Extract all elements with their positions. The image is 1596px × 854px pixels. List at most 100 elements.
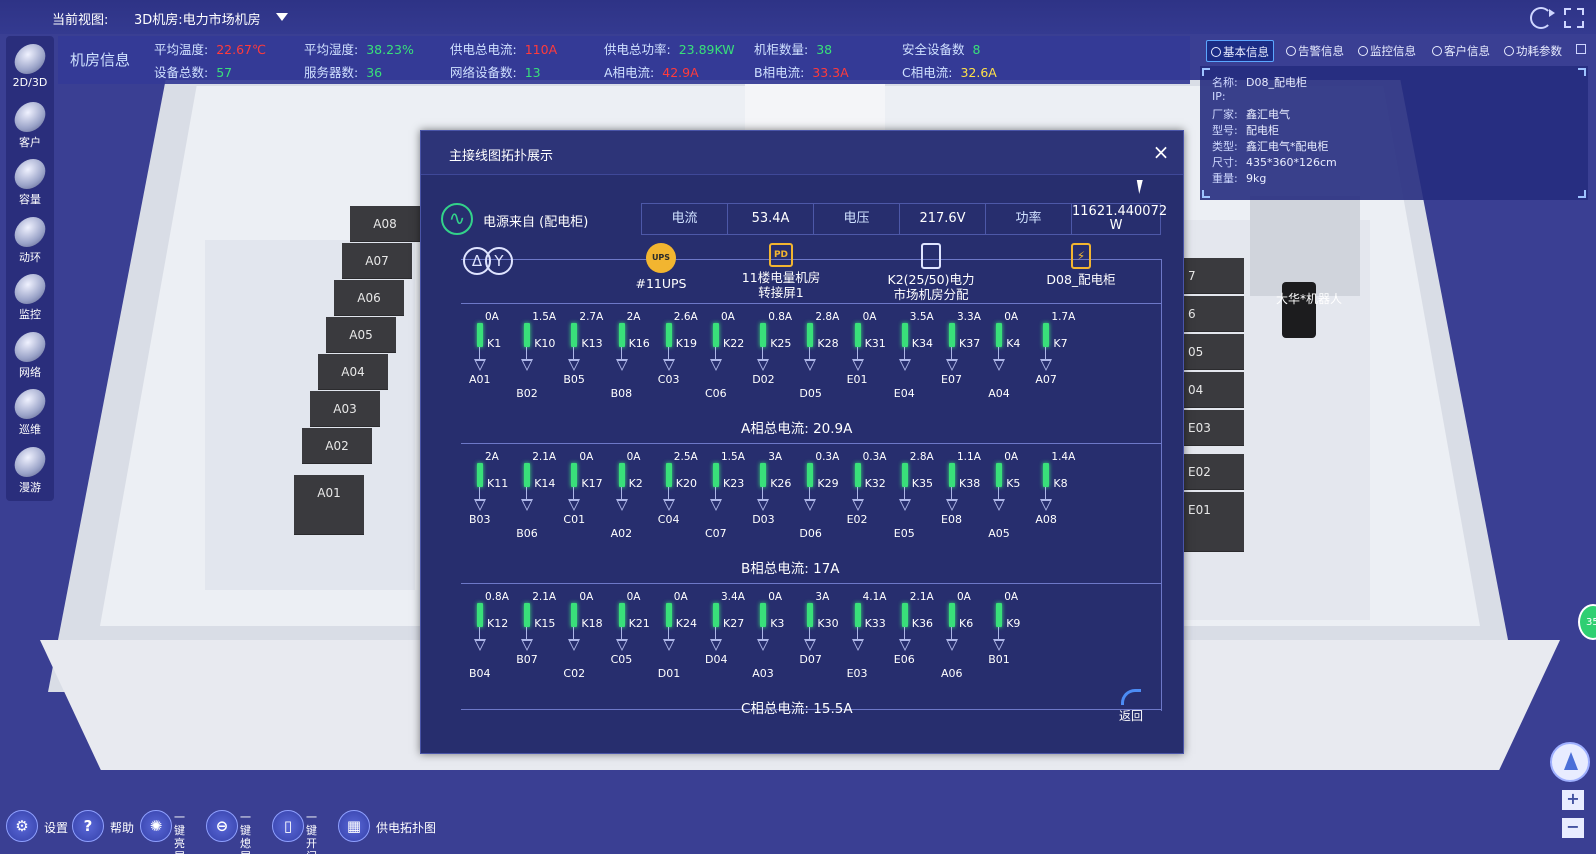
branch-circuit[interactable]: 1.7A K7 A07 <box>1035 311 1081 411</box>
branch-circuit[interactable]: 0A K31 E01 <box>847 311 893 411</box>
branch-circuit[interactable]: 3.5A K34 E04 <box>894 311 940 411</box>
rack-cabinet[interactable]: E01 <box>1184 492 1244 552</box>
current-view-select[interactable]: 3D机房:电力市场机房 <box>134 9 261 28</box>
back-button[interactable]: 返回 <box>1111 687 1151 727</box>
branch-circuit[interactable]: 1.5A K10 B02 <box>516 311 562 411</box>
close-icon[interactable]: × <box>1151 142 1171 163</box>
breaker-label: K12 <box>487 617 509 630</box>
rack-cabinet[interactable]: 04 <box>1184 372 1244 408</box>
source-params: 电流 53.4A 电压 217.6V 功率 11621.440072 W <box>641 203 1167 235</box>
left-tool-environment[interactable]: 动环 <box>6 213 54 270</box>
branch-circuit[interactable]: 0A K9 B01 <box>988 591 1034 691</box>
branch-circuit[interactable]: 3.3A K37 E07 <box>941 311 987 411</box>
branch-current: 2.1A <box>909 591 934 603</box>
breaker-label: K25 <box>770 337 792 350</box>
branch-circuit[interactable]: 4.1A K33 E03 <box>847 591 893 691</box>
arrow-down-icon <box>851 499 864 511</box>
branch-circuit[interactable]: 2.7A K13 B05 <box>563 311 609 411</box>
rack-cabinet[interactable]: E03 <box>1184 410 1244 446</box>
left-tool-monitor[interactable]: 监控 <box>6 270 54 327</box>
rack-cabinet[interactable]: A06 <box>334 280 404 316</box>
left-tool-network[interactable]: 网络 <box>6 328 54 385</box>
left-tool-roam[interactable]: 漫游 <box>6 443 54 500</box>
zoom-in-button[interactable]: + <box>1562 790 1584 810</box>
branch-circuit[interactable]: 2.5A K20 C04 <box>658 451 704 551</box>
refresh-icon[interactable] <box>1530 7 1555 29</box>
branch-circuit[interactable]: 3A K26 D03 <box>752 451 798 551</box>
tab-2[interactable]: 监控信息 <box>1354 40 1420 62</box>
branch-circuit[interactable]: 1.5A K23 C07 <box>705 451 751 551</box>
rack-cabinet[interactable]: 7 <box>1184 258 1244 294</box>
branch-target: A03 <box>752 667 774 680</box>
branch-circuit[interactable]: 0A K24 D01 <box>658 591 704 691</box>
branch-circuit[interactable]: 2A K11 B03 <box>469 451 515 551</box>
left-tool-label: 2D/3D <box>12 76 48 89</box>
branch-circuit[interactable]: 3A K30 D07 <box>799 591 845 691</box>
branch-circuit[interactable]: 1.4A K8 A08 <box>1035 451 1081 551</box>
branch-circuit[interactable]: 2.1A K15 B07 <box>516 591 562 691</box>
left-tool-patrol[interactable]: 巡维 <box>6 385 54 442</box>
branch-circuit[interactable]: 0A K17 C01 <box>563 451 609 551</box>
branch-circuit[interactable]: 3.4A K27 D04 <box>705 591 751 691</box>
topology-device[interactable]: ⚡ D08_配电柜 <box>1011 243 1151 287</box>
branch-circuit[interactable]: 0A K4 A04 <box>988 311 1034 411</box>
topology-device[interactable]: UPS #11UPS <box>591 243 731 291</box>
rack-cabinet[interactable]: A01 <box>294 475 364 535</box>
branch-circuit[interactable]: 2.1A K36 E06 <box>894 591 940 691</box>
chevron-down-icon[interactable] <box>276 13 288 21</box>
branch-circuit[interactable]: 0.8A K25 D02 <box>752 311 798 411</box>
rack-cabinet[interactable]: A02 <box>302 428 372 464</box>
settings-icon: ⚙ <box>6 810 38 842</box>
arrow-down-icon <box>804 639 817 651</box>
rack-cabinet[interactable]: A08 <box>350 206 420 242</box>
compass-icon[interactable] <box>1550 742 1590 782</box>
rack-cabinet[interactable]: A05 <box>326 317 396 353</box>
param-label: 电流 <box>642 204 728 234</box>
branch-circuit[interactable]: 0A K1 A01 <box>469 311 515 411</box>
zoom-out-button[interactable]: − <box>1562 818 1584 838</box>
left-tool-2d-3d[interactable]: 2D/3D <box>6 40 54 97</box>
branch-target: E05 <box>893 527 915 540</box>
branch-circuit[interactable]: 0A K2 A02 <box>611 451 657 551</box>
bottom-tool-label: 帮助 <box>110 821 135 835</box>
branch-circuit[interactable]: 0.3A K32 E02 <box>847 451 893 551</box>
rack-cabinet[interactable]: A04 <box>318 354 388 390</box>
tab-1[interactable]: 告警信息 <box>1282 40 1348 62</box>
tab-0[interactable]: 基本信息 <box>1206 40 1274 62</box>
branch-circuit[interactable]: 0.3A K29 D06 <box>799 451 845 551</box>
branch-circuit[interactable]: 2.1A K14 B06 <box>516 451 562 551</box>
branch-circuit[interactable]: 0.8A K12 B04 <box>469 591 515 691</box>
external-link-icon[interactable] <box>1576 44 1586 54</box>
tab-3[interactable]: 客户信息 <box>1428 40 1494 62</box>
rack-cabinet[interactable]: 6 <box>1184 296 1244 332</box>
rack-cabinet[interactable]: 05 <box>1184 334 1244 370</box>
rack-cabinet[interactable]: E02 <box>1184 454 1244 490</box>
branch-circuit[interactable]: 1.1A K38 E08 <box>941 451 987 551</box>
arrow-down-icon <box>521 639 534 651</box>
branch-target: D07 <box>799 653 822 666</box>
breaker-label: K38 <box>959 477 981 490</box>
breaker-label: K19 <box>675 337 698 350</box>
topology-device[interactable]: PD 11楼电量机房 转接屏1 <box>711 243 851 300</box>
branch-circuit[interactable]: 2.8A K35 E05 <box>893 451 940 551</box>
metric-value: 110A <box>524 42 558 57</box>
branch-circuit[interactable]: 0A K22 C06 <box>705 311 751 411</box>
tab-4[interactable]: 功耗参数 <box>1500 40 1566 62</box>
fullscreen-icon[interactable] <box>1564 8 1584 28</box>
branch-circuit[interactable]: 2.6A K19 C03 <box>658 311 704 411</box>
branch-circuit[interactable]: 2.8A K28 D05 <box>799 311 845 411</box>
branch-circuit[interactable]: 0A K3 A03 <box>752 591 798 691</box>
branch-circuit[interactable]: 0A K5 A05 <box>988 451 1034 551</box>
left-tool-customer[interactable]: 客户 <box>6 98 54 155</box>
branch-circuit[interactable]: 0A K18 C02 <box>563 591 609 691</box>
branch-circuit[interactable]: 0A K21 C05 <box>611 591 657 691</box>
rack-cabinet[interactable]: A07 <box>342 243 412 279</box>
topology-device[interactable]: K2(25/50)电力 市场机房分配 <box>861 243 1001 302</box>
metric-value: 22.67℃ <box>216 42 267 57</box>
left-tool-capacity[interactable]: 容量 <box>6 155 54 212</box>
metric-item: 供电总功率: 23.89KW <box>604 39 735 58</box>
rack-cabinet[interactable]: A03 <box>310 391 380 427</box>
branch-circuit[interactable]: 0A K6 A06 <box>941 591 987 691</box>
branch-target: B02 <box>516 387 538 400</box>
branch-circuit[interactable]: 2A K16 B08 <box>611 311 657 411</box>
